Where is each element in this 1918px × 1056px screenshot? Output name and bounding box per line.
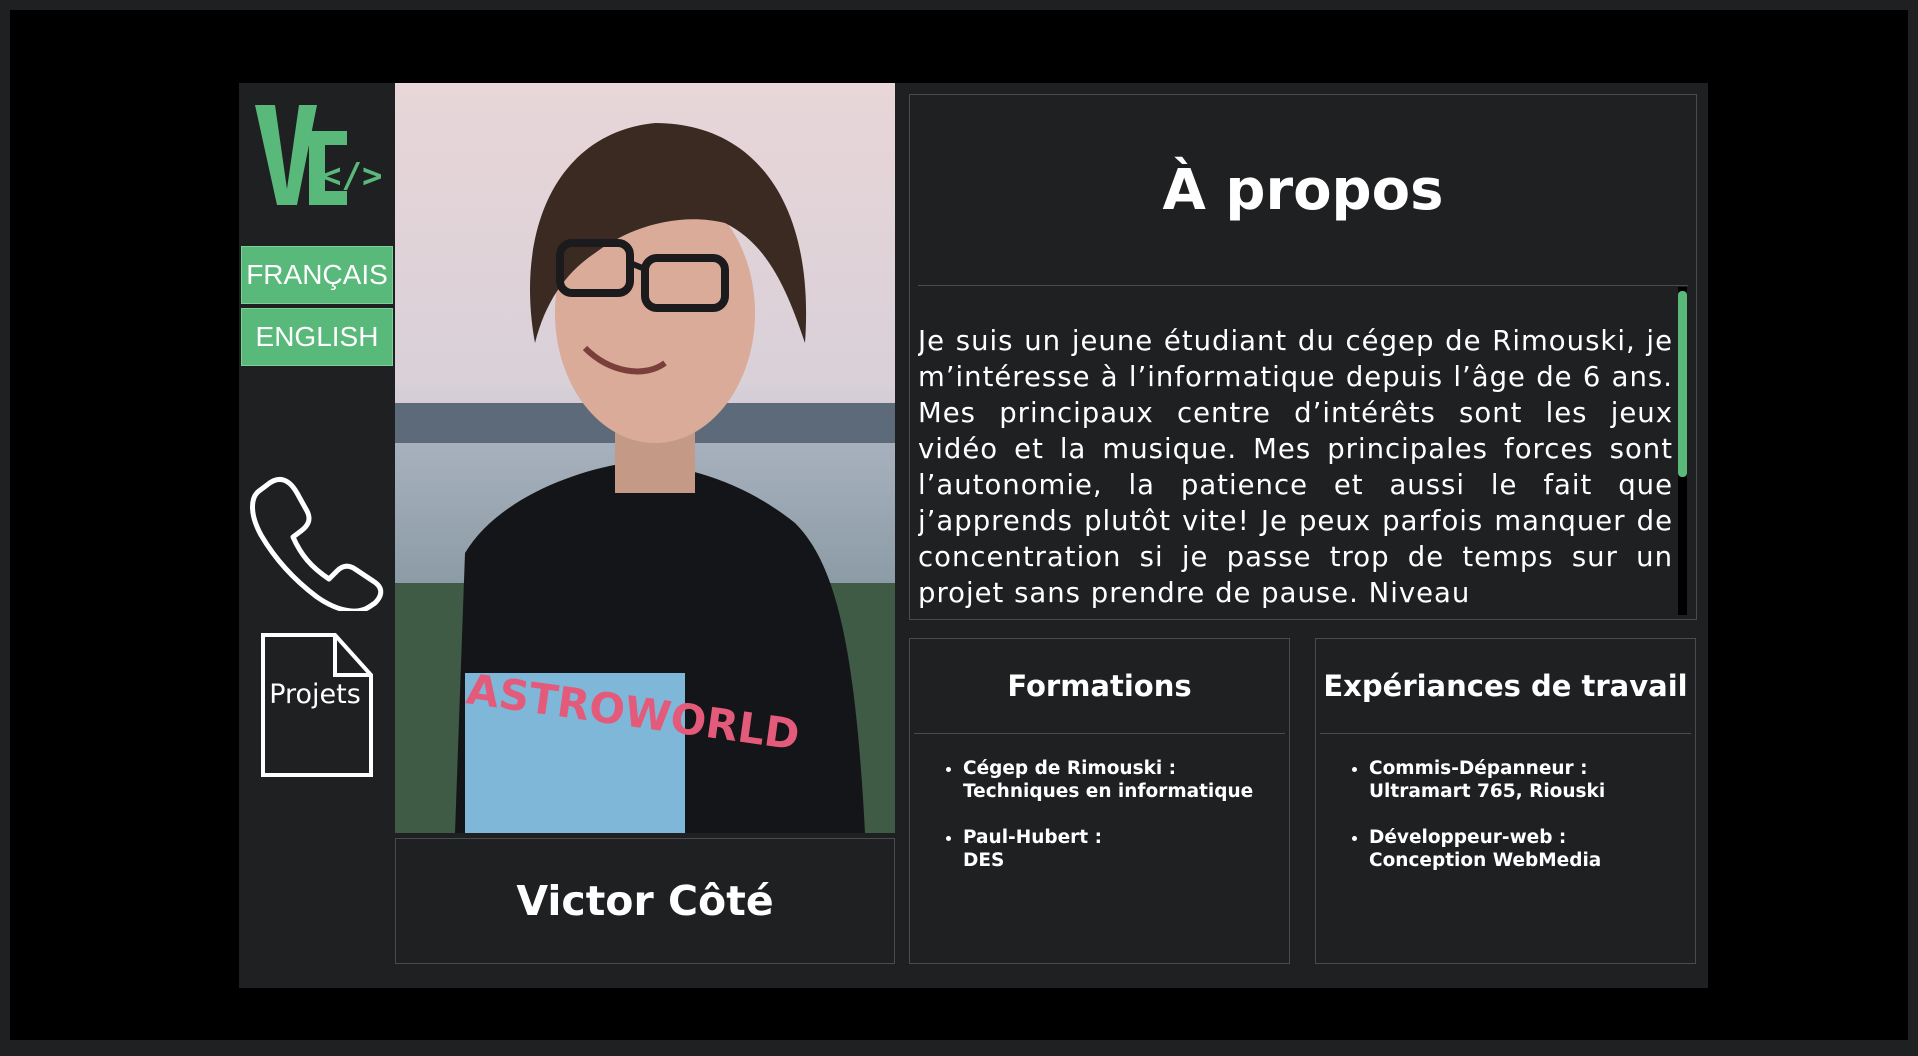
formations-section: Formations Cégep de Rimouski : Technique… [909, 638, 1290, 964]
formations-divider [914, 733, 1285, 734]
about-section: À propos Je suis un jeune étudiant du cé… [909, 94, 1697, 620]
experience-list: Commis-Dépanneur : Ultramart 765, Riousk… [1316, 757, 1605, 895]
formation-institution: Cégep de Rimouski : [963, 758, 1177, 779]
formation-program: Techniques en informatique [963, 781, 1254, 802]
about-text: Je suis un jeune étudiant du cégep de Ri… [918, 325, 1673, 609]
list-item: Développeur-web : Conception WebMedia [1369, 826, 1605, 872]
experience-role: Commis-Dépanneur : [1369, 758, 1588, 779]
about-scrollbar[interactable] [1678, 287, 1687, 615]
list-item: Cégep de Rimouski : Techniques en inform… [963, 757, 1253, 803]
language-button-french[interactable]: FRANÇAIS [241, 246, 393, 304]
profile-card: </> FRANÇAIS ENGLISH Projets ASTROWORLD … [239, 83, 1708, 988]
experience-divider [1320, 733, 1691, 734]
experience-role: Développeur-web : [1369, 827, 1567, 848]
svg-text:</>: </> [321, 156, 382, 196]
vc-logo-icon[interactable]: </> [255, 101, 385, 225]
list-item: Paul-Hubert : DES [963, 826, 1253, 872]
experience-title: Expériances de travail [1323, 669, 1688, 703]
sidebar: </> FRANÇAIS ENGLISH Projets [239, 83, 395, 988]
profile-photo: ASTROWORLD [395, 83, 895, 833]
profile-name: Victor Côté [516, 877, 774, 925]
name-box: Victor Côté [395, 838, 895, 964]
experience-employer: Conception WebMedia [1369, 850, 1602, 871]
about-divider [918, 285, 1688, 286]
formations-list: Cégep de Rimouski : Techniques en inform… [910, 757, 1253, 895]
experience-employer: Ultramart 765, Riouski [1369, 781, 1606, 802]
list-item: Commis-Dépanneur : Ultramart 765, Riousk… [1369, 757, 1605, 803]
language-button-english[interactable]: ENGLISH [241, 308, 393, 366]
page-background: </> FRANÇAIS ENGLISH Projets ASTROWORLD … [10, 10, 1908, 1040]
about-scrollbar-thumb[interactable] [1678, 291, 1687, 477]
formation-program: DES [963, 850, 1005, 871]
experience-section: Expériances de travail Commis-Dépanneur … [1315, 638, 1696, 964]
formations-title: Formations [1007, 669, 1192, 703]
projects-label: Projets [269, 679, 361, 710]
about-title: À propos [1162, 157, 1444, 223]
formation-institution: Paul-Hubert : [963, 827, 1102, 848]
phone-icon[interactable] [245, 469, 387, 614]
